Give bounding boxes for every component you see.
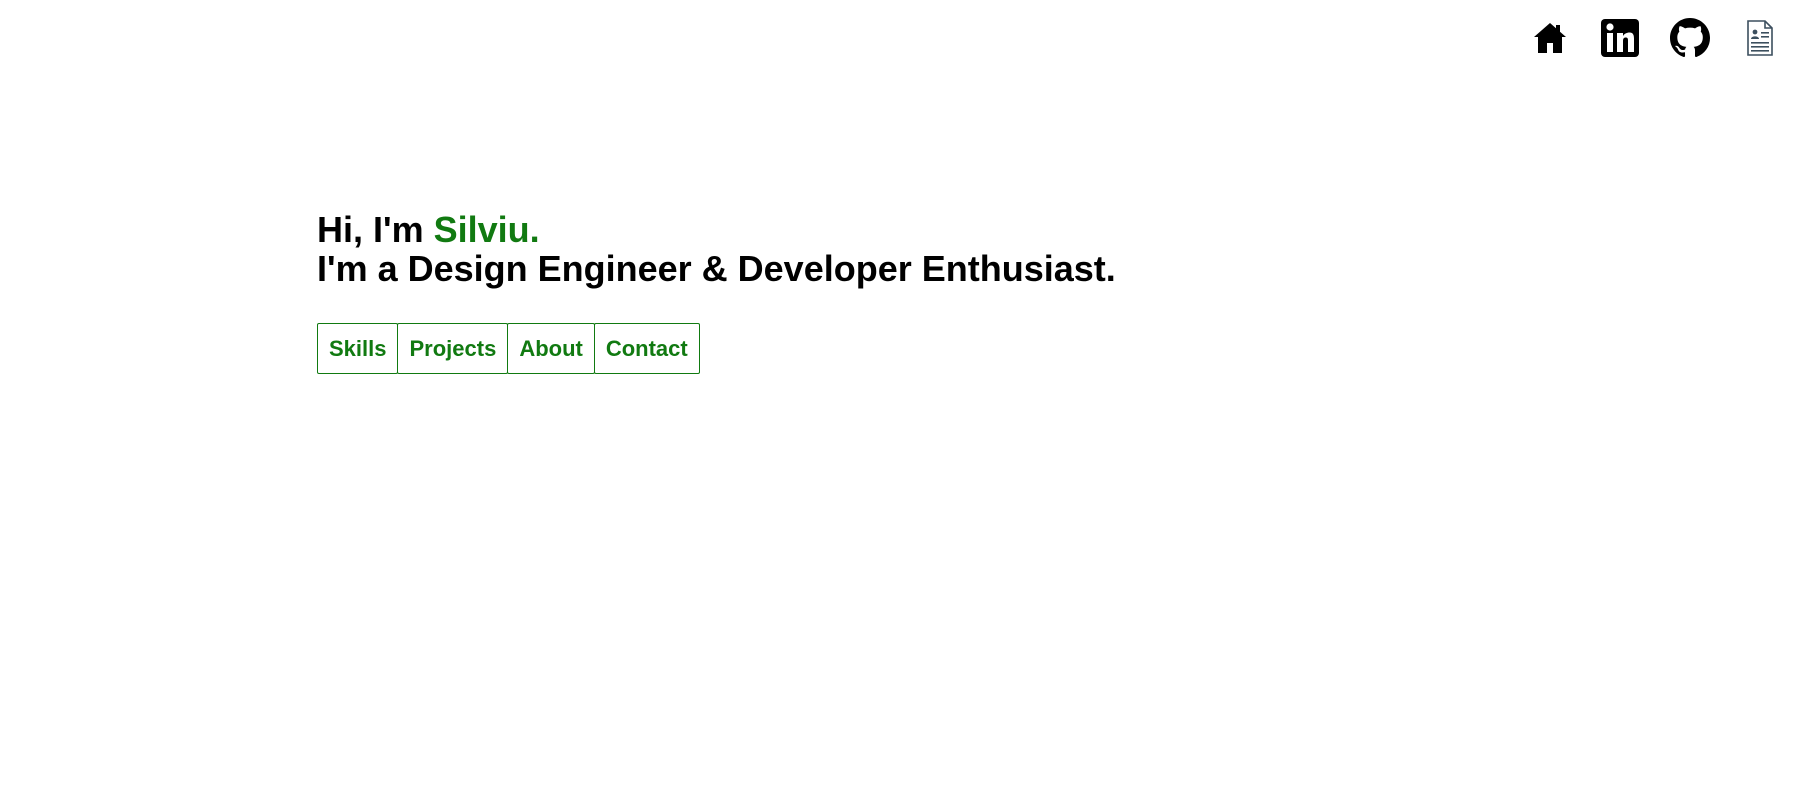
github-link[interactable] [1670,18,1710,58]
projects-button[interactable]: Projects [397,323,509,374]
section-buttons: Skills Projects About Contact [317,323,1116,374]
page: Hi, I'm Silviu. I'm a Design Engineer & … [0,0,1795,787]
home-link[interactable] [1530,18,1570,58]
linkedin-link[interactable] [1600,18,1640,58]
hero-greeting: Hi, I'm Silviu. [317,210,1116,249]
github-icon [1670,18,1710,58]
hero-name: Silviu. [433,209,540,250]
skills-button[interactable]: Skills [317,323,399,374]
hero-tagline: I'm a Design Engineer & Developer Enthus… [317,248,1116,289]
greeting-prefix: Hi, I'm [317,209,434,250]
contact-button[interactable]: Contact [593,323,700,374]
home-icon [1534,23,1566,53]
resume-icon [1747,20,1773,56]
linkedin-icon [1601,19,1639,57]
top-nav [1500,18,1780,58]
about-button[interactable]: About [507,323,595,374]
hero: Hi, I'm Silviu. I'm a Design Engineer & … [317,210,1116,374]
resume-link[interactable] [1740,18,1780,58]
